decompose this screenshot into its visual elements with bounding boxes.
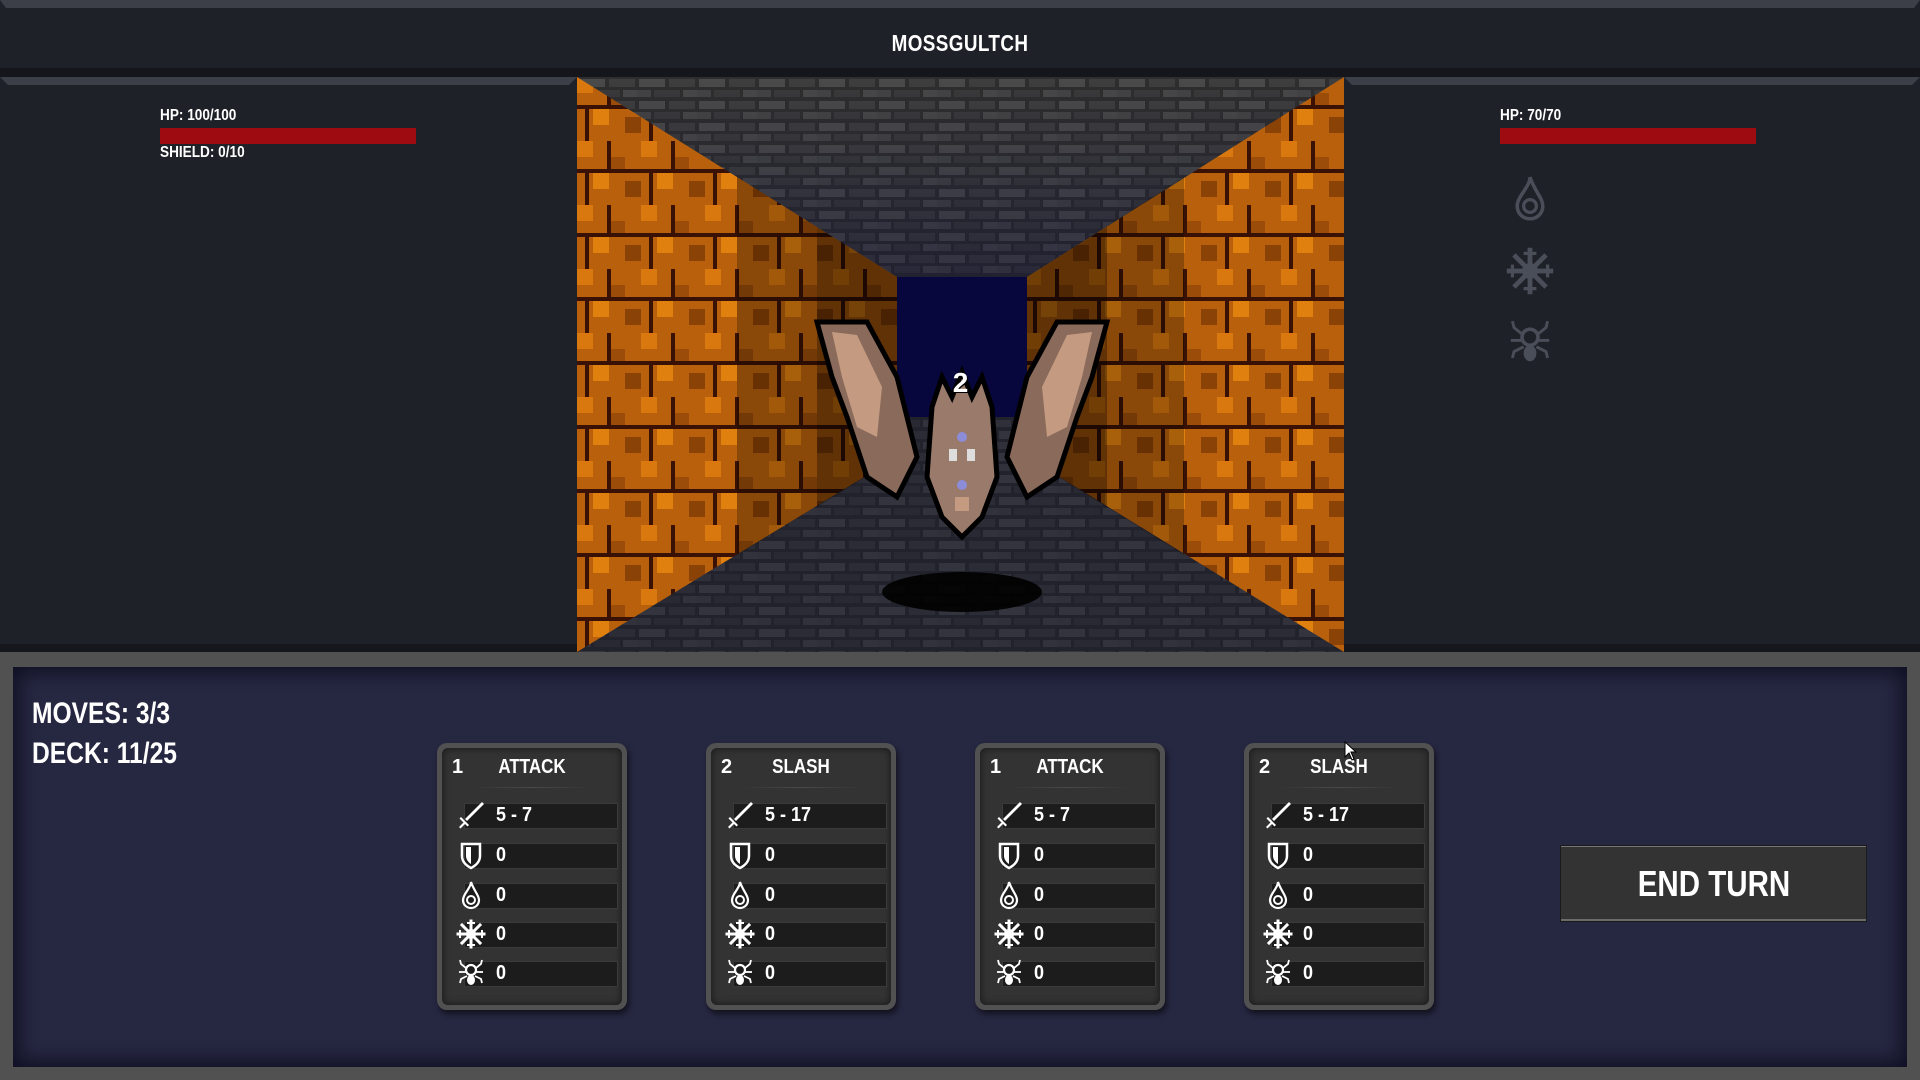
poison-spider-icon: [1506, 318, 1554, 366]
poison-spider-icon: [725, 958, 755, 988]
fire-icon: [1506, 174, 1554, 222]
enemy-hp-label: HP: 70/70: [1500, 107, 1562, 124]
frost-icon: [725, 919, 755, 949]
card-stat-frost: 0: [456, 922, 618, 948]
player-hp-bar-fill: [160, 128, 416, 144]
dungeon-viewport[interactable]: 2: [577, 77, 1344, 652]
panel-shadow: [1344, 644, 1920, 652]
card-stat-fire: 0: [1263, 883, 1425, 909]
sword-icon: [1263, 800, 1293, 830]
card-stat-shield: 0: [725, 843, 887, 869]
enemy-panel: HP: 70/70: [1344, 77, 1920, 652]
card-stat-poison: 0: [994, 961, 1156, 987]
panel-bevel: [1344, 77, 1920, 85]
card-stat-poison: 0: [1263, 961, 1425, 987]
panel-shadow: [0, 644, 577, 652]
card-stat-fire: 0: [456, 883, 618, 909]
corridor-scene: [577, 77, 1344, 652]
frost-icon: [994, 919, 1024, 949]
deck-counter: DECK: 11/25: [32, 737, 177, 770]
enemy-shadow: [882, 572, 1042, 612]
shield-icon: [456, 840, 486, 870]
sword-icon: [994, 800, 1024, 830]
fire-icon: [994, 880, 1024, 910]
card-stat-shield: 0: [456, 843, 618, 869]
card-stat-damage: 5 - 17: [1263, 803, 1425, 829]
card-name: SLASH: [772, 756, 830, 778]
card-stat-poison: 0: [725, 961, 887, 987]
poison-spider-icon: [994, 958, 1024, 988]
card-divider: [472, 787, 592, 788]
fire-icon: [456, 880, 486, 910]
player-hp-bar: [160, 128, 416, 144]
panel-bevel: [0, 77, 577, 85]
card-stat-damage: 5 - 17: [725, 803, 887, 829]
card-name: ATTACK: [498, 756, 566, 778]
moves-counter: MOVES: 3/3: [32, 697, 171, 730]
shield-icon: [1263, 840, 1293, 870]
top-bar-bevel: [0, 0, 1920, 8]
card-stat-frost: 0: [994, 922, 1156, 948]
card-stat-damage: 5 - 7: [994, 803, 1156, 829]
card-stat-frost: 0: [725, 922, 887, 948]
card[interactable]: 2 SLASH 5 - 17 0 0 0 0: [1244, 743, 1434, 1010]
top-bar: MOSSGULTCH: [0, 0, 1920, 77]
card-stat-poison: 0: [456, 961, 618, 987]
card-stat-shield: 0: [1263, 843, 1425, 869]
card-stat-frost: 0: [1263, 922, 1425, 948]
end-turn-label: END TURN: [1637, 862, 1790, 904]
card-divider: [1279, 787, 1399, 788]
enemy-hp-bar-fill: [1500, 128, 1756, 144]
mouse-cursor-icon: [1344, 741, 1358, 761]
frost-icon: [456, 919, 486, 949]
player-hp-label: HP: 100/100: [160, 107, 237, 124]
sword-icon: [456, 800, 486, 830]
poison-spider-icon: [456, 958, 486, 988]
shield-icon: [994, 840, 1024, 870]
frost-icon: [1263, 919, 1293, 949]
shield-icon: [725, 840, 755, 870]
frost-icon: [1506, 247, 1554, 295]
card-stat-fire: 0: [725, 883, 887, 909]
top-bar-shadow: [0, 68, 1920, 77]
player-panel: HP: 100/100 SHIELD: 0/10: [0, 77, 577, 652]
card[interactable]: 2 SLASH 5 - 17 0 0 0 0: [706, 743, 896, 1010]
card-name: ATTACK: [1036, 756, 1104, 778]
card-stat-damage: 5 - 7: [456, 803, 618, 829]
card-divider: [1010, 787, 1130, 788]
enemy-hp-bar: [1500, 128, 1756, 144]
sword-icon: [725, 800, 755, 830]
card-stat-shield: 0: [994, 843, 1156, 869]
enemy-count-label: 2: [952, 367, 969, 398]
fire-icon: [1263, 880, 1293, 910]
poison-spider-icon: [1263, 958, 1293, 988]
end-turn-button[interactable]: END TURN: [1560, 845, 1867, 922]
card[interactable]: 1 ATTACK 5 - 7 0 0 0 0: [975, 743, 1165, 1010]
card-name: SLASH: [1310, 756, 1368, 778]
card[interactable]: 1 ATTACK 5 - 7 0 0 0 0: [437, 743, 627, 1010]
player-shield-label: SHIELD: 0/10: [160, 144, 245, 161]
location-title: MOSSGULTCH: [891, 30, 1029, 56]
card-divider: [741, 787, 861, 788]
card-stat-fire: 0: [994, 883, 1156, 909]
fire-icon: [725, 880, 755, 910]
